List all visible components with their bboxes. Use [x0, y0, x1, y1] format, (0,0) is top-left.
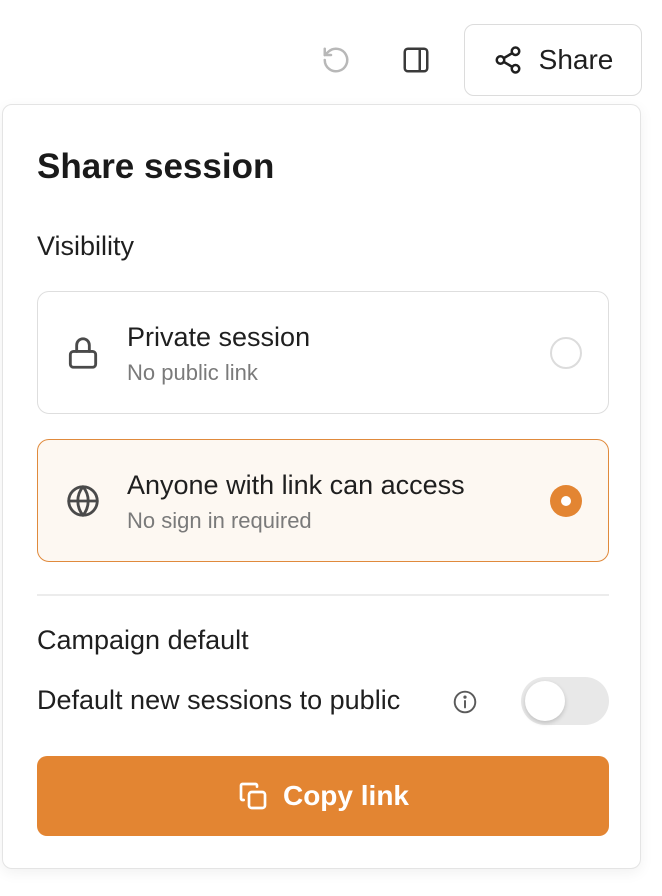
campaign-default-label: Campaign default [37, 625, 249, 655]
info-icon[interactable] [451, 688, 479, 716]
option-private-session[interactable]: Private session No public link [37, 291, 609, 414]
globe-icon [62, 480, 104, 522]
radio-public[interactable] [550, 485, 582, 517]
sidebar-panel-icon [403, 47, 429, 73]
share-nodes-icon [495, 46, 521, 74]
copy-icon [239, 782, 267, 810]
option-public-subtitle: No sign in required [127, 508, 312, 533]
share-button[interactable]: Share [464, 24, 642, 96]
radio-private[interactable] [550, 337, 582, 369]
section-divider [37, 594, 609, 596]
option-public-link[interactable]: Anyone with link can access No sign in r… [37, 439, 609, 562]
option-private-title: Private session [127, 322, 311, 352]
toggle-knob [525, 681, 565, 721]
default-public-toggle[interactable] [521, 677, 609, 725]
option-private-subtitle: No public link [127, 360, 258, 385]
lock-icon [62, 332, 104, 374]
visibility-label: Visibility [37, 231, 135, 261]
share-button-label: Share [538, 44, 614, 75]
copy-link-label: Copy link [282, 780, 409, 811]
share-session-screen: Share Share session Visibility Private s… [0, 0, 662, 896]
share-session-popover: Share session Visibility Private session… [2, 104, 641, 869]
undo-history-button[interactable] [316, 40, 356, 80]
copy-link-button[interactable]: Copy link [37, 756, 609, 836]
toggle-panel-button[interactable] [396, 40, 436, 80]
popover-title: Share session [37, 147, 275, 186]
rotate-ccw-icon [323, 47, 349, 73]
default-public-label: Default new sessions to public [37, 685, 401, 715]
option-public-title: Anyone with link can access [127, 470, 465, 500]
